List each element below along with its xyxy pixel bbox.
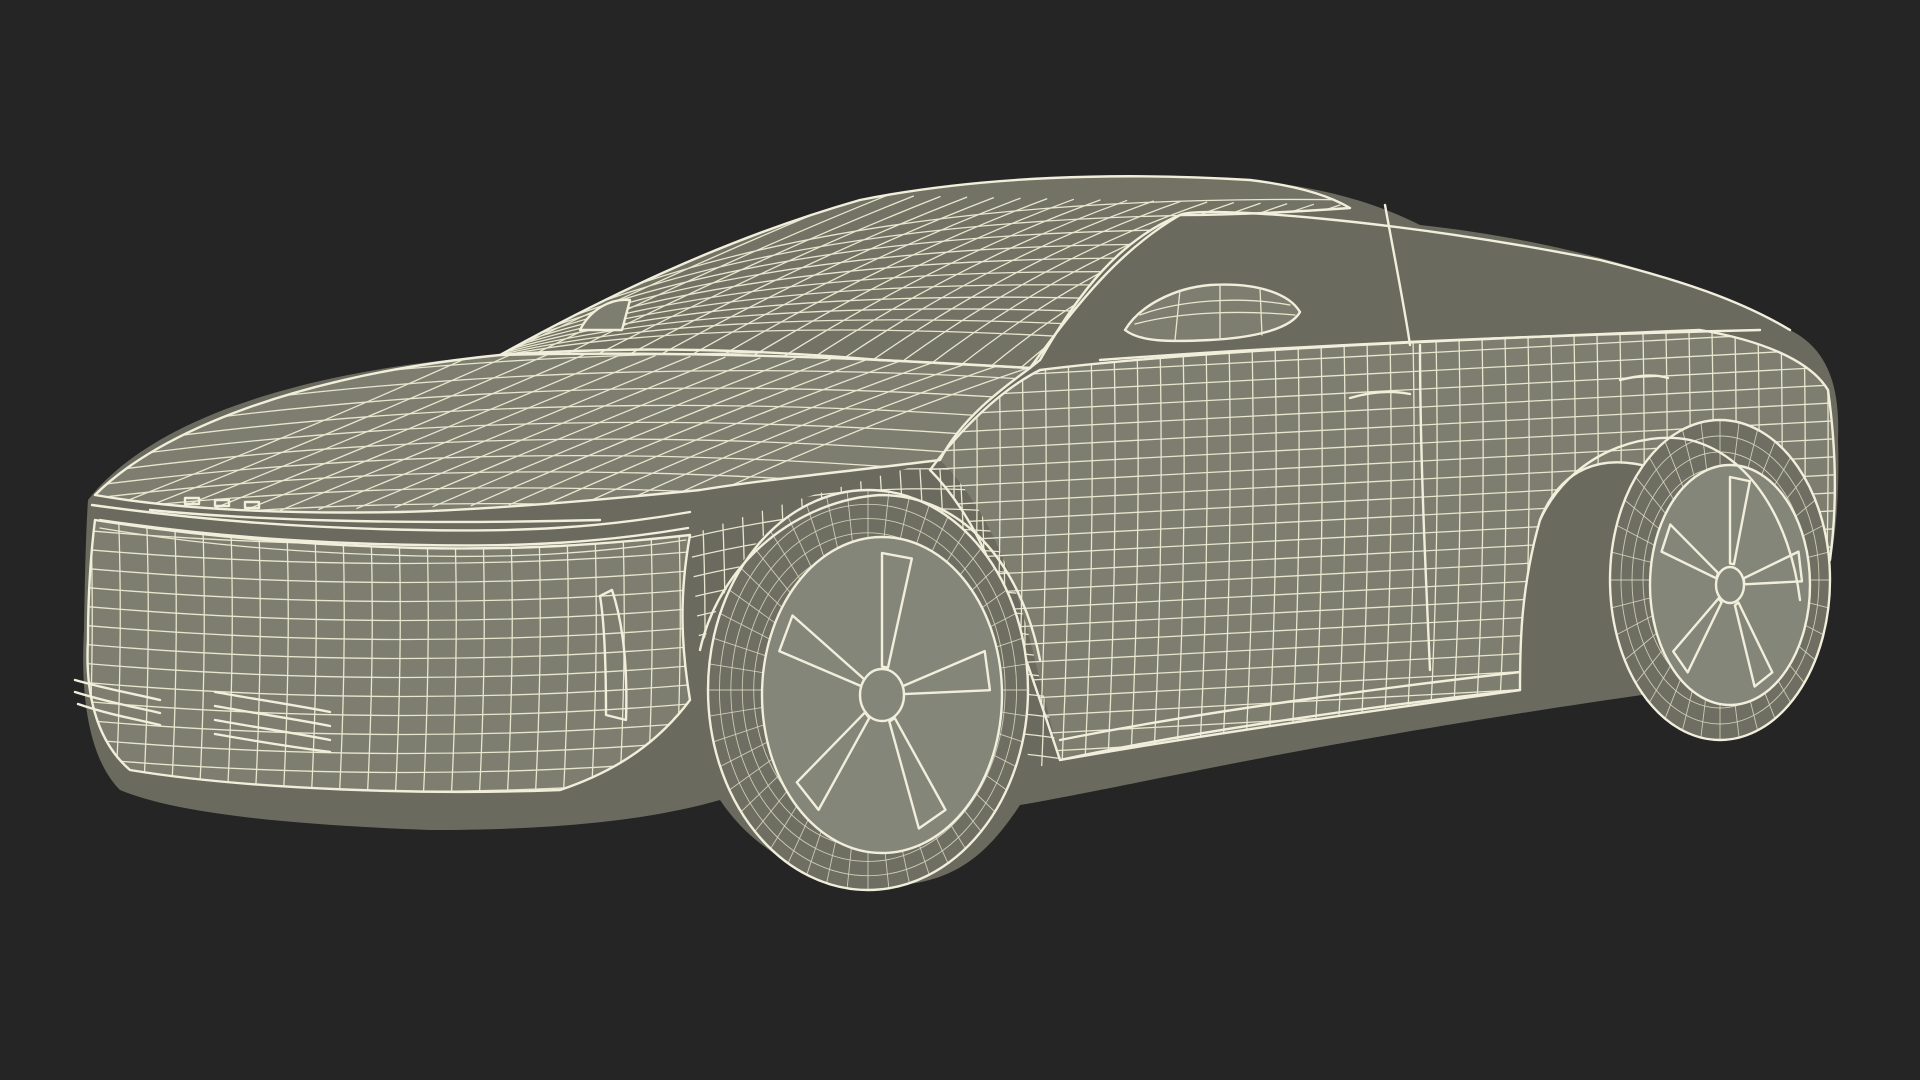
car-wireframe-render: [73, 175, 1851, 892]
front-hub: [858, 667, 906, 723]
render-viewport: [0, 0, 1920, 1080]
rear-hub: [1714, 565, 1746, 605]
mesh-line: [1844, 329, 1851, 680]
